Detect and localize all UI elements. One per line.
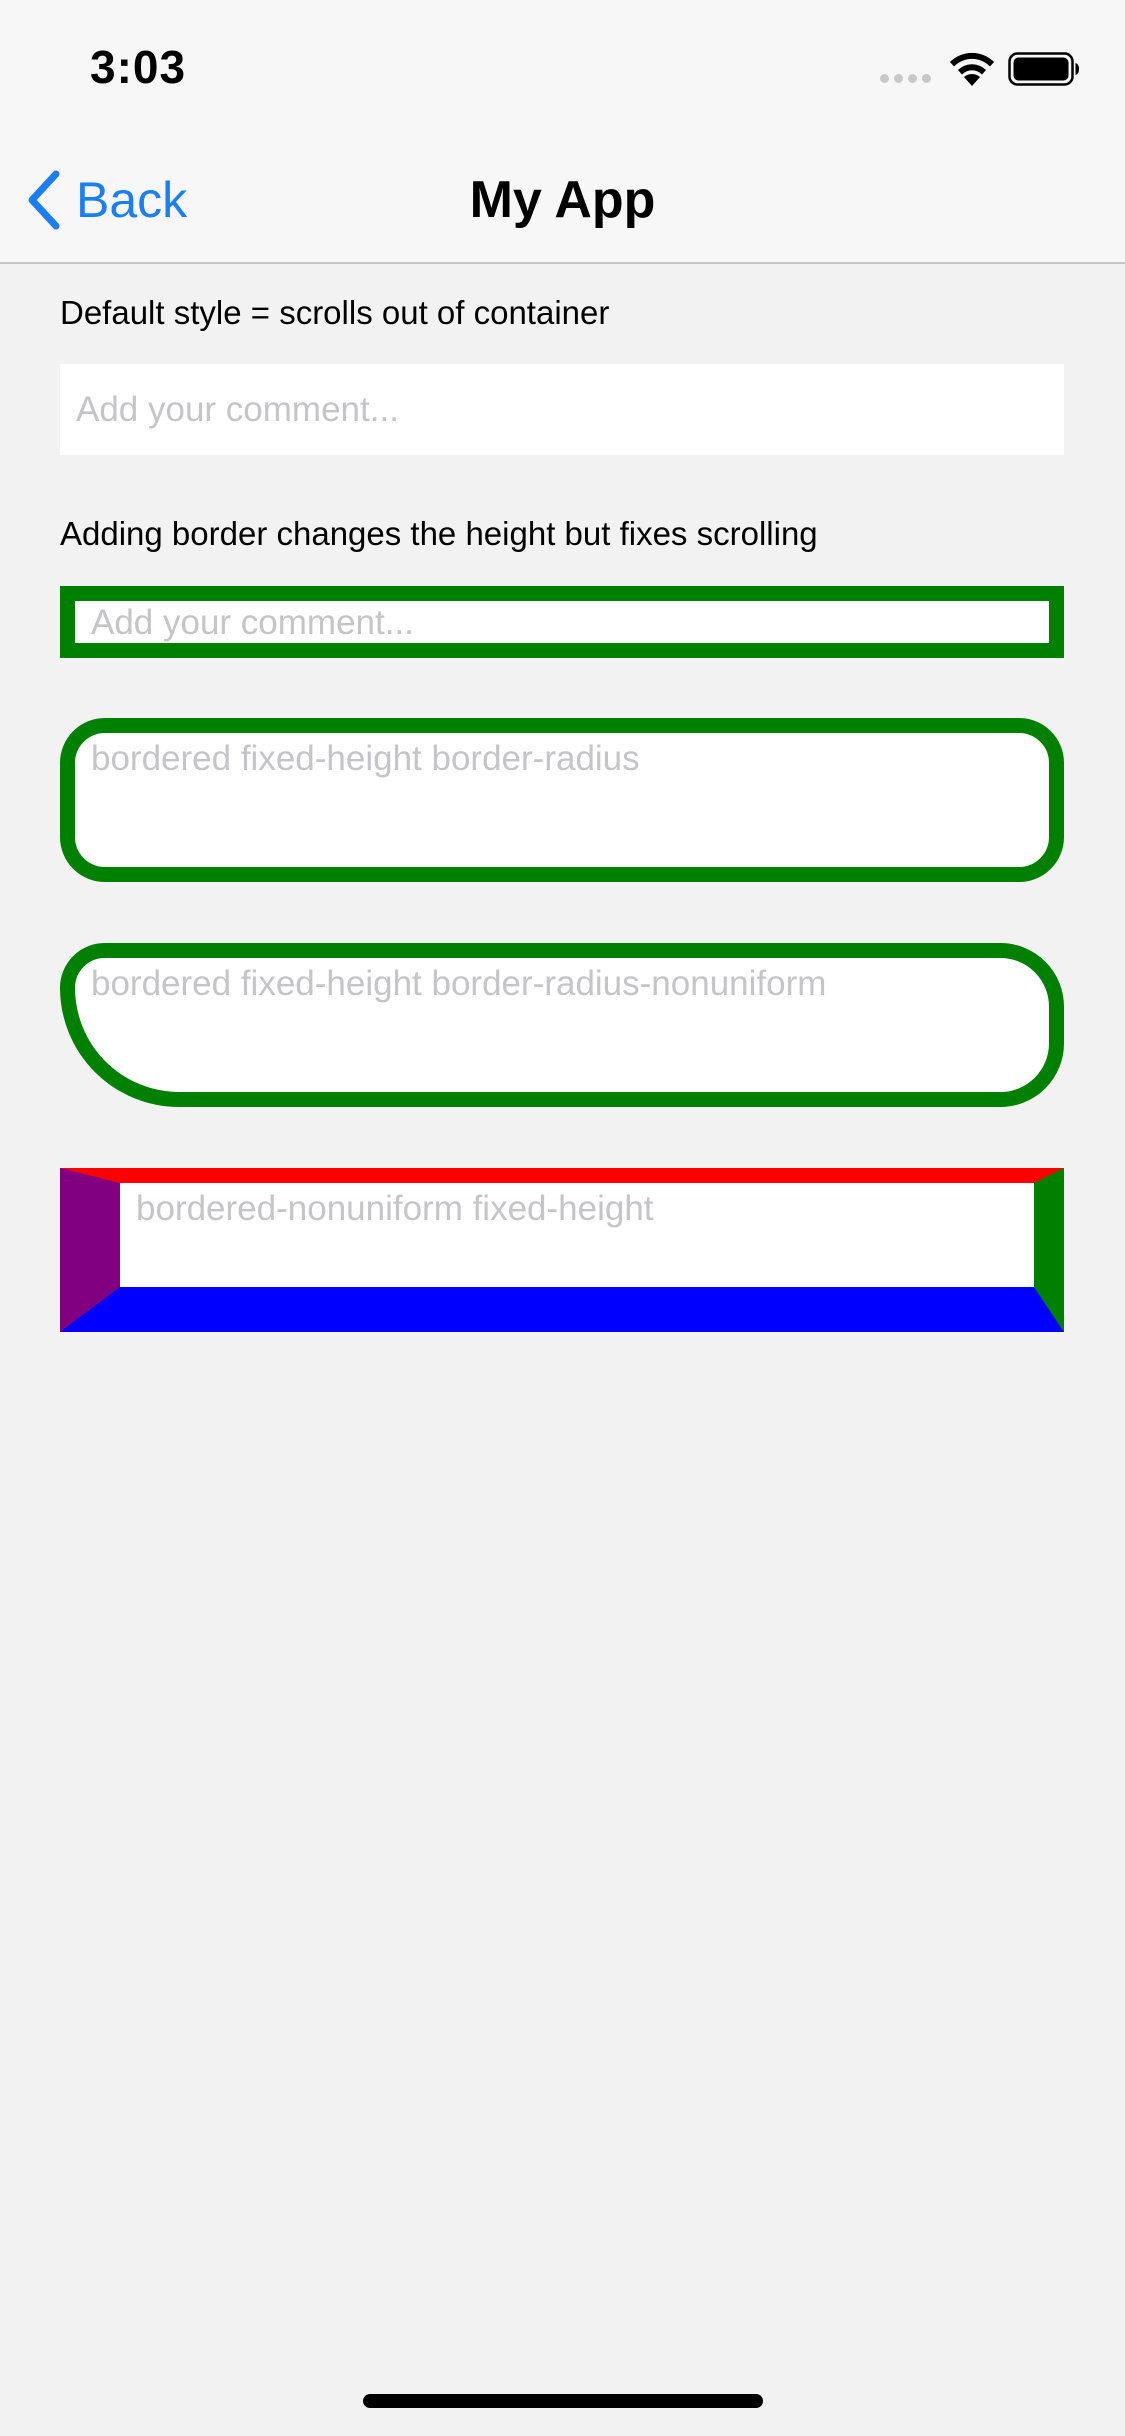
- wifi-icon: [950, 52, 994, 86]
- input-bordered-nonuniform[interactable]: bordered-nonuniform fixed-height: [60, 1168, 1064, 1332]
- comment-input-default-placeholder: Add your comment...: [76, 390, 399, 429]
- status-bar: 3:03: [0, 0, 1125, 132]
- battery-icon: [1008, 52, 1079, 86]
- signal-icon: [880, 74, 931, 83]
- input-border-radius-nonuniform[interactable]: bordered fixed-height border-radius-nonu…: [60, 943, 1064, 1107]
- home-indicator[interactable]: [363, 2394, 763, 2408]
- input-border-radius[interactable]: bordered fixed-height border-radius: [60, 718, 1064, 882]
- page-title: My App: [469, 171, 656, 229]
- navigation-bar: Back My App: [0, 132, 1125, 264]
- bordered-caption: Adding border changes the height but fix…: [60, 515, 818, 552]
- input-bordered-nonuniform-placeholder: bordered-nonuniform fixed-height: [136, 1189, 654, 1228]
- comment-input-bordered[interactable]: Add your comment...: [60, 586, 1064, 658]
- input-border-radius-nonuniform-placeholder: bordered fixed-height border-radius-nonu…: [91, 964, 827, 1003]
- default-style-caption: Default style = scrolls out of container: [60, 294, 610, 331]
- input-border-radius-placeholder: bordered fixed-height border-radius: [91, 739, 640, 778]
- comment-input-default[interactable]: Add your comment...: [60, 364, 1064, 455]
- comment-input-bordered-placeholder: Add your comment...: [91, 603, 414, 642]
- status-time: 3:03: [90, 41, 187, 93]
